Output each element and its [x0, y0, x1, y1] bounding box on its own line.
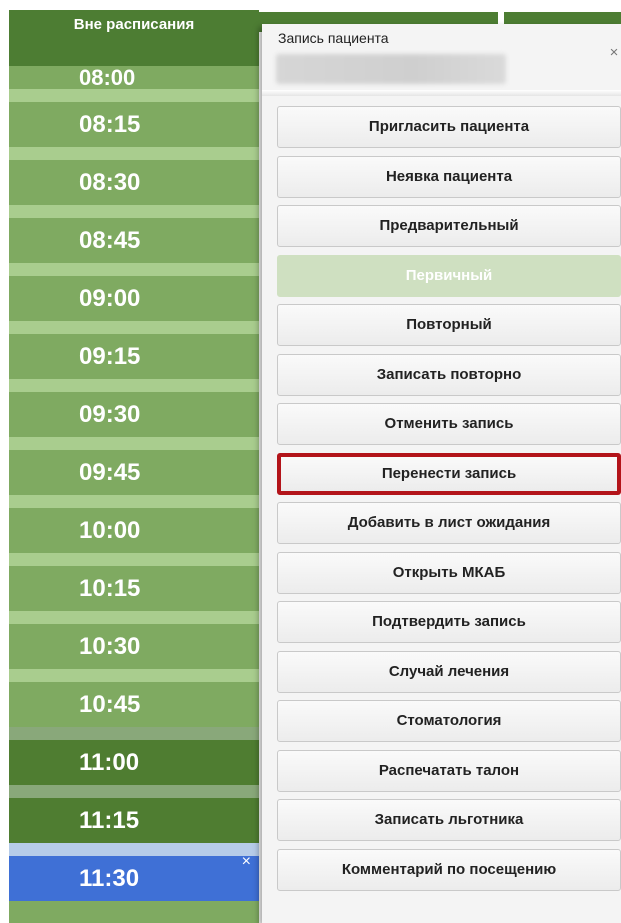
slot-time: 08:00 [79, 65, 136, 90]
time-slot[interactable]: 09:00 [9, 263, 259, 321]
close-icon[interactable]: × [242, 852, 251, 872]
patient-name-blurred [276, 54, 506, 84]
slot-time: 09:30 [79, 401, 141, 428]
slot-time: 09:00 [79, 285, 141, 312]
time-slot[interactable]: 09:45 [9, 437, 259, 495]
open-mkab-button[interactable]: Открыть МКАБ [277, 551, 621, 594]
invite-patient-button[interactable]: Пригласить пациента [277, 106, 621, 148]
time-slot[interactable]: 08:30 [9, 147, 259, 205]
slot-time: 09:45 [79, 459, 141, 486]
cancel-booking-button[interactable]: Отменить запись [277, 403, 621, 445]
add-to-waitlist-button[interactable]: Добавить в лист ожидания [277, 502, 621, 544]
patient-record-popup: Запись пациента × Пригласить пациента Не… [262, 24, 621, 923]
repeat-visit-button[interactable]: Повторный [277, 304, 621, 346]
primary-visit-button: Первичный [277, 254, 621, 297]
slot-time: 11:30 [79, 865, 140, 892]
slot-time: 10:45 [79, 691, 141, 718]
time-slot[interactable]: 08:45 [9, 205, 259, 263]
time-slot[interactable]: 08:00 [9, 66, 259, 89]
time-slot-selected[interactable]: 11:30 × [9, 843, 259, 901]
move-booking-button[interactable]: Перенести запись [277, 452, 621, 495]
schedule-header: Вне расписания [9, 10, 259, 66]
time-slot[interactable]: 10:00 [9, 495, 259, 553]
time-slot[interactable]: 09:30 [9, 379, 259, 437]
divider [262, 90, 621, 96]
book-again-button[interactable]: Записать повторно [277, 353, 621, 396]
slot-time: 08:15 [79, 111, 141, 138]
slot-time: 09:15 [79, 343, 141, 370]
time-slot[interactable]: 10:15 [9, 553, 259, 611]
confirm-booking-button[interactable]: Подтвердить запись [277, 601, 621, 643]
slot-time: 11:15 [79, 807, 140, 834]
action-list: Пригласить пациента Неявка пациента Пред… [277, 106, 621, 898]
slot-time: 10:30 [79, 633, 141, 660]
slot-time: 08:45 [79, 227, 141, 254]
print-ticket-button[interactable]: Распечатать талон [277, 749, 621, 792]
time-slot[interactable]: 10:30 [9, 611, 259, 669]
time-slot[interactable]: 10:45 [9, 669, 259, 727]
popup-title: Запись пациента [278, 30, 389, 46]
slot-time: 10:15 [79, 575, 141, 602]
no-show-button[interactable]: Неявка пациента [277, 155, 621, 198]
preliminary-button[interactable]: Предварительный [277, 205, 621, 247]
slot-time: 11:00 [79, 749, 140, 776]
time-slot[interactable]: 08:15 [9, 89, 259, 147]
schedule-column: Вне расписания 08:00 08:15 08:30 08:45 0… [9, 10, 259, 923]
slot-time: 10:00 [79, 517, 141, 544]
treatment-case-button[interactable]: Случай лечения [277, 650, 621, 693]
book-beneficiary-button[interactable]: Записать льготника [277, 799, 621, 841]
visit-comment-button[interactable]: Комментарий по посещению [277, 848, 621, 891]
time-slot-booked[interactable]: 11:00 [9, 727, 259, 785]
close-icon[interactable]: × [607, 44, 621, 61]
dentistry-button[interactable]: Стоматология [277, 700, 621, 742]
time-slot[interactable]: 09:15 [9, 321, 259, 379]
slot-time: 08:30 [79, 169, 141, 196]
time-slot-booked[interactable]: 11:15 [9, 785, 259, 843]
